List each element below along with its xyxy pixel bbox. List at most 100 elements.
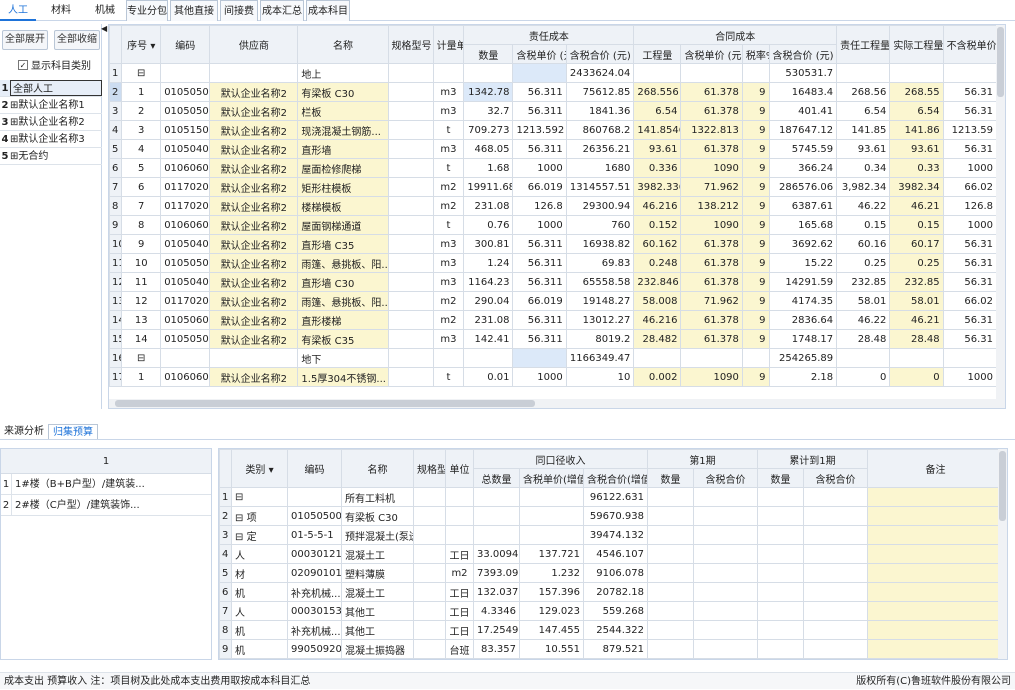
table-row[interactable]: 1514010505001默认企业名称2有梁板 C35m3142.4156.31… [109,329,998,349]
cell-seq[interactable]: ⊟ [121,63,162,83]
bheader-p1-qty[interactable]: 数量 [647,468,694,488]
cell-np[interactable]: 1000 [942,158,998,178]
cell-name[interactable]: 直形楼梯 [297,310,389,330]
cell-seq[interactable]: ⊟ [121,348,162,368]
cell-rw[interactable]: 3,982.34 [836,177,891,197]
cell-wq[interactable]: 6.54 [633,101,682,121]
cell-rate[interactable]: 9 [741,272,770,292]
cell-np[interactable]: 56.31 [942,272,998,292]
cell-tp[interactable] [512,63,567,83]
cell-tt[interactable]: 760 [565,215,635,235]
cell-code[interactable]: 补充机械... [287,620,342,640]
cell-unit[interactable]: m2 [432,291,465,311]
bottom-vertical-scrollbar[interactable] [998,449,1007,659]
cell-wq[interactable]: 58.008 [633,291,682,311]
cell-tt[interactable]: 10 [565,367,635,387]
cell-cum-sum[interactable] [803,506,868,526]
cell-tp[interactable]: 56.311 [512,272,567,292]
cell-p1-qty[interactable] [647,525,694,545]
cell-qty[interactable]: 32.7 [463,101,514,121]
cell-supplier[interactable]: 默认企业名称2 [209,234,299,254]
cell-ctp[interactable] [680,63,743,83]
cell-name[interactable]: 地上 [297,63,389,83]
cell-tt[interactable]: 13012.27 [565,310,635,330]
cell-supplier[interactable]: 默认企业名称2 [209,82,299,102]
cell-qty[interactable]: 0.01 [463,367,514,387]
cell-code[interactable]: 00030153 [287,601,342,621]
table-row[interactable]: 98010606008默认企业名称2屋面钢梯通道t0.7610007600.15… [109,215,998,235]
cell-ctt[interactable]: 187647.12 [768,120,838,140]
cell-wq[interactable] [633,348,682,368]
cell-aw[interactable]: 141.86 [889,120,944,140]
cell-rate[interactable] [741,63,770,83]
cell-rate[interactable]: 9 [741,158,770,178]
cell-spec[interactable] [387,329,434,349]
cell-type[interactable]: 机 [231,639,288,659]
cell-p1-qty[interactable] [647,487,694,507]
cell-code[interactable]: 010506001 [160,310,211,330]
cell-unit[interactable]: t [432,158,465,178]
cell-tt[interactable]: 1841.36 [565,101,635,121]
cell-note[interactable] [867,506,1004,526]
cell-price[interactable] [519,487,584,507]
header-spec[interactable]: 规格型号 [387,25,434,64]
cell-np[interactable]: 66.02 [942,291,998,311]
cell-tp[interactable] [512,348,567,368]
cell-price[interactable]: 10.551 [519,639,584,659]
cell-rate[interactable]: 9 [741,367,770,387]
cell-code[interactable]: 010515001 [160,120,211,140]
cell-p1-sum[interactable] [693,582,758,602]
cell-np[interactable] [942,348,998,368]
cell-tp[interactable]: 1000 [512,158,567,178]
cell-spec[interactable] [387,158,434,178]
cell-note[interactable] [867,620,1004,640]
cell-wq[interactable]: 0.248 [633,253,682,273]
cell-supplier[interactable] [209,348,299,368]
cell-name[interactable]: 屋面钢梯通道 [297,215,389,235]
cell-qty[interactable] [463,348,514,368]
cell-cum-qty[interactable] [757,544,804,564]
table-row[interactable]: 7 人 00030153 其他工 工日 4.3346 129.023 559.2… [219,601,1004,621]
cell-spec[interactable] [387,82,434,102]
cell-tp[interactable]: 56.311 [512,82,567,102]
cell-supplier[interactable]: 默认企业名称2 [209,196,299,216]
bheader-cum-qty[interactable]: 数量 [757,468,804,488]
cell-p1-qty[interactable] [647,620,694,640]
header-work-qty[interactable]: 工程量 [633,44,682,64]
cell-spec[interactable] [413,563,446,583]
cell-unit[interactable] [432,348,465,368]
cell-supplier[interactable]: 默认企业名称2 [209,329,299,349]
cell-rw[interactable] [836,63,891,83]
cell-np[interactable]: 56.31 [942,82,998,102]
cell-code[interactable]: 010504001 [160,272,211,292]
cell-wq[interactable]: 46.216 [633,196,682,216]
cell-ctp[interactable]: 1090 [680,367,743,387]
cell-ctt[interactable]: 4174.35 [768,291,838,311]
cell-wq[interactable]: 232.846 [633,272,682,292]
tree-item[interactable]: 4 ⊞默认企业名称3 [0,131,102,148]
tree-item[interactable]: 2 ⊞默认企业名称1 [0,97,102,114]
cell-rw[interactable]: 0.25 [836,253,891,273]
bheader-tax-price[interactable]: 含税单价(增值税) [519,468,584,488]
header-supplier[interactable]: 供应商 [209,25,299,64]
cell-np[interactable]: 56.31 [942,101,998,121]
cell-aw[interactable]: 0.33 [889,158,944,178]
cell-rate[interactable]: 9 [741,120,770,140]
tree-item[interactable]: 5 ⊞无合约 [0,148,102,165]
cell-note[interactable] [867,601,1004,621]
cell-code[interactable]: 010606008 [160,215,211,235]
cell-p1-qty[interactable] [647,582,694,602]
cell-ctp[interactable]: 61.378 [680,329,743,349]
tab-budget-collection[interactable]: 归集预算 [48,424,98,439]
cell-code[interactable]: 010504001 [160,139,211,159]
cell-code[interactable]: 010606008 [160,158,211,178]
cell-p1-sum[interactable] [693,506,758,526]
cell-name[interactable]: 雨篷、悬挑板、阳... [297,291,389,311]
cell-qty[interactable]: 142.41 [463,329,514,349]
cell-cum-sum[interactable] [803,601,868,621]
cell-cum-sum[interactable] [803,582,868,602]
cell-cum-sum[interactable] [803,525,868,545]
cell-code[interactable]: 011702002 [160,177,211,197]
cell-ctp[interactable]: 71.962 [680,177,743,197]
table-row[interactable]: 1110010505008默认企业名称2雨篷、悬挑板、阳...m31.2456.… [109,253,998,273]
